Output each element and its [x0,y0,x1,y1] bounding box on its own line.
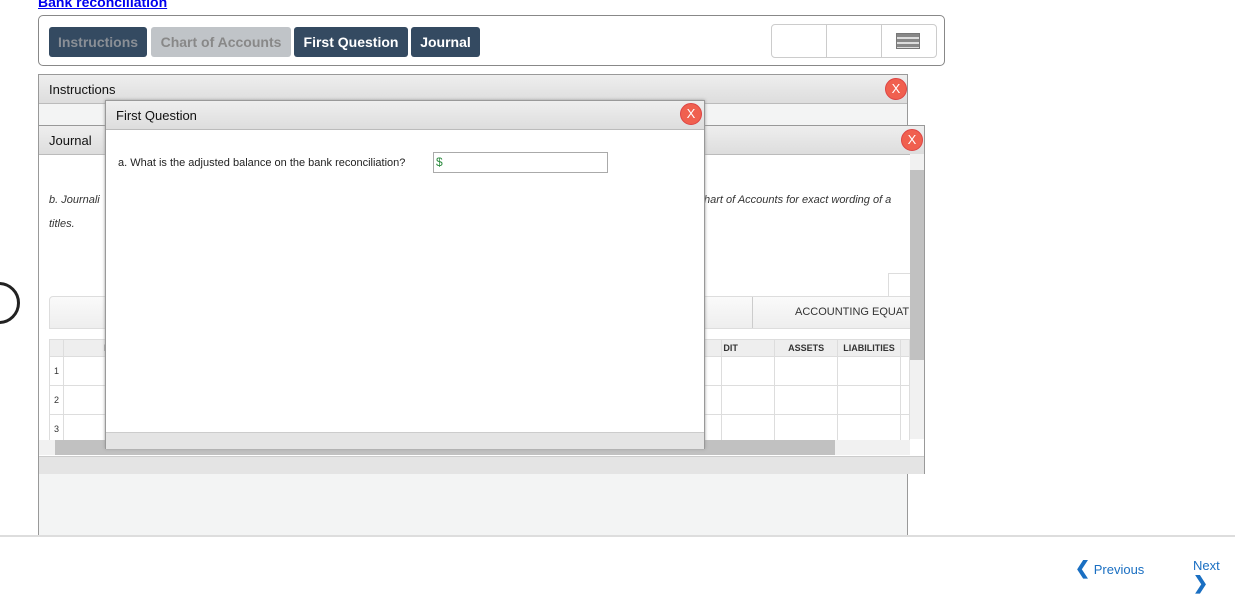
col-header-liabilities: LIABILITIES [837,339,901,357]
close-journal-button[interactable]: X [901,129,923,151]
tab-first-question[interactable]: First Question [294,27,408,57]
journal-instruction-text-2: titles. [49,218,75,230]
journal-instruction-text: b. Journali [49,194,100,206]
tab-chart-of-accounts[interactable]: Chart of Accounts [151,27,291,57]
dialog-resize-handle[interactable] [106,432,704,449]
close-first-question-button[interactable]: X [680,103,702,125]
tab-instructions[interactable]: Instructions [49,27,147,57]
view-button-1[interactable] [772,25,827,57]
view-button-2[interactable] [827,25,882,57]
toolbar: Instructions Chart of Accounts First Que… [38,15,945,66]
first-question-dialog: First Question X a. What is the adjusted… [105,100,705,449]
menu-icon [896,33,920,49]
currency-symbol: $ [436,155,443,169]
chevron-left-icon: ❮ [1075,558,1091,578]
view-button-group [771,24,937,58]
col-header-assets: ASSETS [774,339,839,357]
expand-arrow-icon[interactable] [0,282,20,324]
tab-journal[interactable]: Journal [411,27,480,57]
journal-instruction-text-right: hart of Accounts for exact wording of a [704,194,892,206]
adjusted-balance-input[interactable]: $ [433,152,608,173]
question-label: a. What is the adjusted balance on the b… [118,157,406,169]
footer-divider [0,535,1235,537]
next-button[interactable]: Next ❯ [1193,558,1235,594]
page-title-link[interactable]: Bank reconciliation [38,0,167,10]
accounting-equation-header: ACCOUNTING EQUATI [795,306,913,318]
chevron-right-icon: ❯ [1193,573,1209,593]
close-instructions-button[interactable]: X [885,78,907,100]
journal-resize-handle[interactable] [39,456,924,474]
previous-button[interactable]: ❮ Previous [1075,558,1144,579]
menu-button[interactable] [882,25,936,57]
vertical-scrollbar[interactable] [910,154,924,439]
col-header-credit: DIT [721,339,776,357]
first-question-header[interactable]: First Question [106,101,704,130]
journal-tab[interactable] [888,273,912,298]
